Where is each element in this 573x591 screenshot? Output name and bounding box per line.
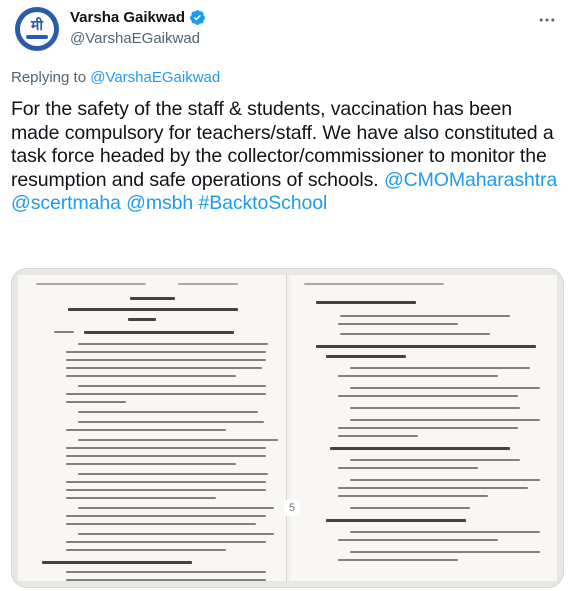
tweet-media-image[interactable]: 5 [11,268,564,588]
document-text-line [78,421,264,423]
document-text-line [350,507,470,509]
document-text-line [128,318,156,321]
author-handle[interactable]: @VarshaEGaikwad [70,30,200,47]
document-page-left [18,275,287,581]
document-text-line [66,463,236,465]
document-text-line [66,571,266,573]
document-text-line [66,359,266,361]
mention-msbh[interactable]: @msbh [126,192,193,214]
document-text-line [66,497,216,499]
document-text-line [326,355,406,358]
document-text-line [66,447,266,449]
document-text-line [350,419,540,421]
document-text-line [78,533,274,535]
document-text-line [66,489,266,491]
document-text-line [66,429,226,431]
author-name[interactable]: Varsha Gaikwad [70,9,185,26]
document-scan: 5 [18,275,557,581]
replying-to-link[interactable]: @VarshaEGaikwad [90,69,220,86]
document-text-line [316,301,416,304]
avatar-logo-bar [26,35,48,39]
document-text-line [338,323,458,325]
document-text-line [66,375,236,377]
document-text-line [66,401,126,403]
tweet-text: For the safety of the staff & students, … [11,98,561,216]
document-text-line [66,549,226,551]
document-text-line [350,459,520,461]
document-text-line [36,283,146,285]
document-text-line [338,559,458,561]
document-text-line [350,407,520,409]
document-text-line [350,479,540,481]
document-text-line [338,427,518,429]
document-text-line [66,481,266,483]
document-text-line [350,367,530,369]
document-text-line [66,515,266,517]
document-text-line [326,519,466,522]
more-dots-icon [539,18,555,22]
document-text-line [66,367,262,369]
mention-cmomaharashtra[interactable]: @CMOMaharashtra [384,169,557,191]
document-text-line [338,467,478,469]
document-text-line [66,393,266,395]
document-text-line [130,297,175,300]
document-text-line [66,455,266,457]
document-text-line [316,345,536,348]
document-text-line [304,283,444,285]
document-text-line [68,308,238,311]
document-text-line [338,375,498,377]
document-text-line [340,315,510,317]
author-name-row: Varsha Gaikwad [70,9,206,26]
replying-to-prefix: Replying to [11,69,91,86]
document-page-right [290,275,557,581]
verified-badge-icon [190,10,206,25]
document-text-line [350,551,540,553]
document-text-line [78,439,278,441]
document-text-line [338,487,528,489]
more-options-button[interactable] [535,8,559,32]
replying-to: Replying to @VarshaEGaikwad [11,69,220,86]
document-text-line [330,447,510,450]
hashtag-backtoschool[interactable]: #BacktoSchool [198,192,327,214]
document-text-line [42,561,192,564]
document-text-line [350,387,540,389]
mention-scertmaha[interactable]: @scertmaha [11,192,121,214]
document-text-line [78,507,274,509]
document-text-line [66,523,256,525]
avatar-logo-text: मी [31,18,43,34]
document-text-line [84,331,234,334]
document-text-line [78,385,266,387]
document-text-line [54,331,74,333]
avatar[interactable]: मी [15,7,59,51]
document-text-line [78,343,268,345]
document-text-line [338,495,488,497]
document-text-line [66,351,266,353]
document-text-line [338,539,498,541]
avatar-logo: मी [20,12,54,46]
document-text-line [78,473,268,475]
document-text-line [338,395,518,397]
document-text-line [350,531,540,533]
document-text-line [66,541,266,543]
document-text-line [78,411,258,413]
document-text-line [178,283,238,285]
page-number: 5 [284,500,300,516]
document-text-line [66,579,266,581]
document-text-line [338,435,418,437]
document-text-line [340,333,490,335]
